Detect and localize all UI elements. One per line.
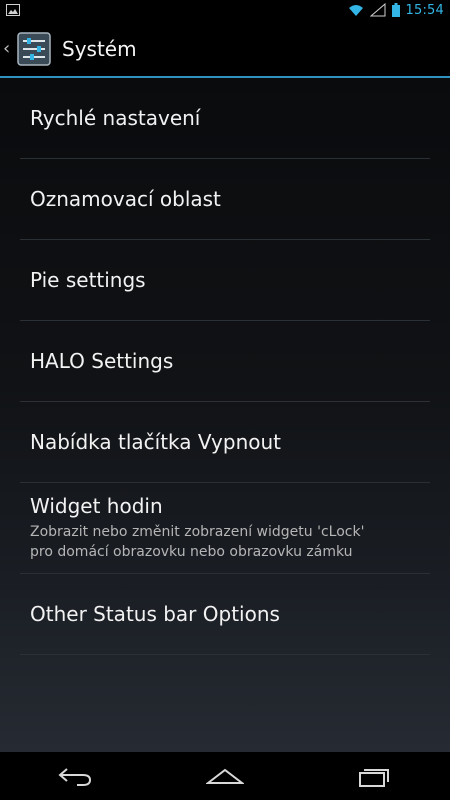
signal-icon (369, 3, 386, 17)
home-icon (206, 768, 244, 784)
settings-sliders-icon[interactable] (16, 31, 52, 67)
list-item-other-status-bar-options[interactable]: Other Status bar Options (20, 574, 430, 655)
wifi-icon (348, 5, 363, 16)
list-item-label: Widget hodin (30, 494, 163, 518)
navigation-bar (0, 752, 450, 800)
home-button[interactable] (195, 752, 255, 800)
status-right: 15:54 (348, 0, 444, 20)
recent-apps-button[interactable] (345, 752, 405, 800)
status-bar: 15:54 (0, 0, 450, 20)
screen: 15:54 ‹ Systém Rychlé nastavení Oznamova… (0, 0, 450, 800)
list-item-halo-settings[interactable]: HALO Settings (20, 321, 430, 402)
settings-list: Rychlé nastavení Oznamovací oblast Pie s… (0, 78, 450, 655)
battery-icon (391, 3, 400, 17)
up-navigation-icon[interactable]: ‹ (3, 40, 13, 58)
list-item-power-menu[interactable]: Nabídka tlačítka Vypnout (20, 402, 430, 483)
list-item-quick-settings[interactable]: Rychlé nastavení (20, 78, 430, 159)
back-button[interactable] (45, 752, 105, 800)
recent-apps-icon (359, 769, 389, 787)
list-item-pie-settings[interactable]: Pie settings (20, 240, 430, 321)
list-item-label: Nabídka tlačítka Vypnout (30, 430, 282, 454)
list-item-label: Rychlé nastavení (30, 106, 201, 130)
list-item-clock-widget[interactable]: Widget hodin Zobrazit nebo změnit zobraz… (20, 483, 430, 574)
list-item-label: Other Status bar Options (30, 602, 280, 626)
image-notification-icon (6, 4, 20, 16)
status-time: 15:54 (405, 2, 444, 18)
page-title: Systém (62, 37, 137, 61)
list-item-notification-area[interactable]: Oznamovací oblast (20, 159, 430, 240)
action-bar[interactable]: ‹ Systém (0, 20, 450, 78)
list-item-label: Pie settings (30, 268, 146, 292)
back-icon (58, 768, 92, 786)
list-item-label: Oznamovací oblast (30, 187, 221, 211)
settings-list-container: Rychlé nastavení Oznamovací oblast Pie s… (0, 78, 450, 752)
list-item-summary: Zobrazit nebo změnit zobrazení widgetu '… (30, 524, 365, 560)
list-item-label: HALO Settings (30, 349, 174, 373)
